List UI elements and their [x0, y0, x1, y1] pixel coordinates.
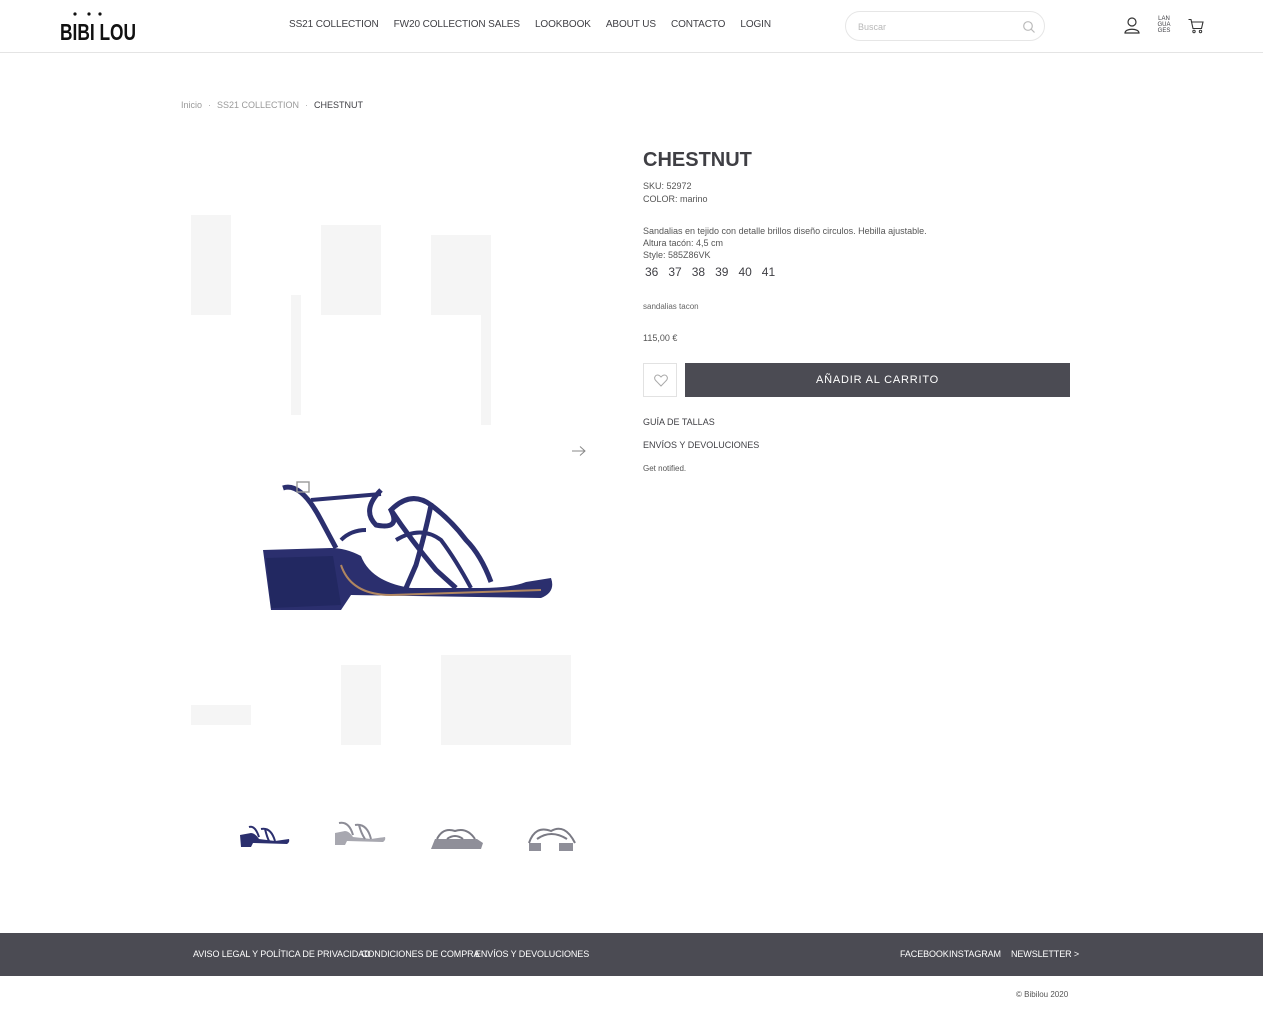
search-input[interactable]	[858, 19, 1018, 35]
size-selector: 36 37 38 39 40 41	[645, 265, 775, 279]
product-price: 115,00 €	[643, 333, 678, 343]
size-guide-link[interactable]: GUÍA DE TALLAS	[643, 417, 715, 427]
user-icon[interactable]	[1124, 17, 1140, 34]
footer-link-facebook[interactable]: FACEBOOK	[900, 949, 949, 959]
nav-item-contacto[interactable]: CONTACTO	[671, 19, 725, 31]
product-title: CHESTNUT	[643, 149, 752, 171]
product-color: COLOR: marino	[643, 194, 708, 204]
product-gallery	[181, 145, 611, 765]
product-description: Sandalias en tejido con detalle brillos …	[643, 225, 927, 261]
copyright: © Bibilou 2020	[1016, 990, 1069, 999]
product-description-line: Sandalias en tejido con detalle brillos …	[643, 226, 927, 236]
footer-link-instagram[interactable]: INSTAGRAM	[949, 949, 1001, 959]
breadcrumb-home[interactable]: Inicio	[181, 100, 202, 110]
add-to-cart-button[interactable]: AÑADIR AL CARRITO	[685, 363, 1070, 397]
languages-label-3: GES	[1157, 28, 1171, 34]
languages-selector[interactable]: LAN GUA GES	[1157, 16, 1171, 34]
size-option-40[interactable]: 40	[738, 265, 751, 279]
size-option-37[interactable]: 37	[668, 265, 681, 279]
breadcrumb-separator: ·	[208, 100, 212, 110]
size-option-36[interactable]: 36	[645, 265, 658, 279]
size-option-39[interactable]: 39	[715, 265, 728, 279]
brand-logo[interactable]: BIBI LOU	[60, 12, 140, 44]
breadcrumb: Inicio · SS21 COLLECTION · CHESTNUT	[181, 100, 363, 110]
thumbnail-list	[235, 817, 581, 859]
breadcrumb-current: CHESTNUT	[314, 100, 364, 110]
cart-icon[interactable]	[1188, 18, 1204, 34]
arrow-right-icon[interactable]	[571, 444, 587, 456]
get-notified-link[interactable]: Get notified.	[643, 464, 686, 473]
nav-item-about-us[interactable]: ABOUT US	[606, 19, 656, 31]
size-option-38[interactable]: 38	[692, 265, 705, 279]
nav-item-login[interactable]: LOGIN	[740, 19, 771, 31]
brand-logo-text: BIBI LOU	[60, 19, 136, 44]
breadcrumb-collection[interactable]: SS21 COLLECTION	[217, 100, 299, 110]
product-tag[interactable]: sandalias tacon	[643, 302, 699, 311]
shipping-returns-link[interactable]: ENVÍOS Y DEVOLUCIONES	[643, 440, 759, 450]
thumbnail-3[interactable]	[427, 817, 485, 859]
nav-item-ss21-collection[interactable]: SS21 COLLECTION	[289, 19, 379, 31]
footer-link-shipping[interactable]: ENVÍOS Y DEVOLUCIONES	[475, 949, 589, 959]
footer-link-legal[interactable]: AVISO LEGAL Y POLÍTICA DE PRIVACIDAD	[193, 949, 371, 959]
footer-link-terms[interactable]: CONDICIONES DE COMPRA	[361, 949, 480, 959]
product-description-line: Altura tacón: 4,5 cm	[643, 238, 724, 248]
product-meta: SKU: 52972 COLOR: marino	[643, 180, 708, 206]
nav-item-lookbook[interactable]: LOOKBOOK	[535, 19, 591, 31]
main-nav: SS21 COLLECTION FW20 COLLECTION SALES LO…	[289, 19, 771, 31]
site-header: BIBI LOU SS21 COLLECTION FW20 COLLECTION…	[0, 0, 1263, 53]
search-icon[interactable]	[1022, 20, 1036, 34]
footer-link-newsletter[interactable]: NEWSLETTER >	[1011, 949, 1079, 959]
wishlist-button[interactable]	[643, 363, 677, 397]
product-description-line: Style: 585Z86VK	[643, 250, 711, 260]
heart-icon	[654, 374, 668, 387]
background-watermark-image	[191, 215, 571, 745]
product-sku: SKU: 52972	[643, 181, 692, 191]
search-box	[845, 11, 1045, 41]
thumbnail-2[interactable]	[331, 817, 389, 859]
main-product-image[interactable]	[241, 470, 561, 620]
size-option-41[interactable]: 41	[762, 265, 775, 279]
breadcrumb-separator: ·	[305, 100, 309, 110]
thumbnail-4[interactable]	[523, 817, 581, 859]
site-footer: AVISO LEGAL Y POLÍTICA DE PRIVACIDAD CON…	[0, 933, 1263, 976]
nav-item-fw20-collection-sales[interactable]: FW20 COLLECTION SALES	[394, 19, 520, 31]
thumbnail-1[interactable]	[235, 817, 293, 859]
